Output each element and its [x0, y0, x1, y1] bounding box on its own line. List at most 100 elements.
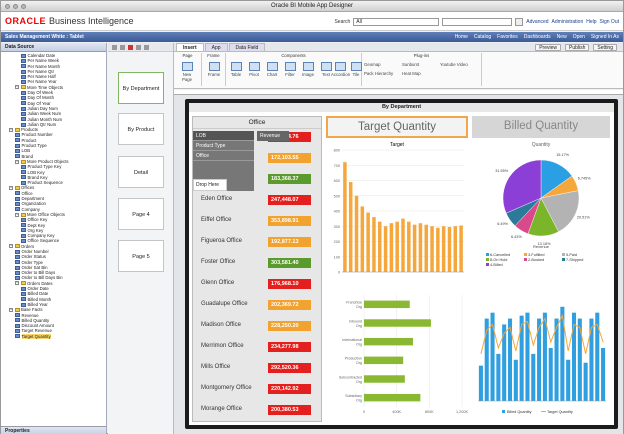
ribbon-tool-frame[interactable]: Frame [205, 62, 223, 77]
header-link-administration[interactable]: Administration [552, 19, 584, 25]
billed-target-combo-chart[interactable]: Billed Quantity Target Quantity [472, 289, 610, 422]
category-label: International [342, 338, 362, 342]
office-row[interactable]: Eiffel Office 353,898.91 [193, 215, 321, 227]
close-window-icon[interactable] [5, 4, 10, 9]
zoom-window-icon[interactable] [21, 4, 26, 9]
y-tick-label: 500 [334, 194, 340, 198]
revenue-value: 192,877.13 [268, 237, 311, 247]
office-row[interactable]: Madison Office 228,250.20 [193, 320, 321, 332]
office-row[interactable]: Glenn Office 176,968.10 [193, 278, 321, 290]
ribbon-tool-chart[interactable]: Chart [263, 62, 281, 77]
ribbon-tool-table[interactable]: Table [227, 62, 245, 77]
collapse-icon[interactable]: − [9, 307, 13, 312]
minimize-window-icon[interactable] [13, 4, 18, 9]
office-row[interactable]: Figueroa Office 192,877.13 [193, 236, 321, 248]
nav-link-favorites[interactable]: Favorites [497, 32, 518, 42]
ribbon-tool-pivot[interactable]: Pivot [245, 62, 263, 77]
target-quantity-tile[interactable]: Target Quantity [326, 116, 468, 138]
quantity-pie-chart[interactable]: Quantity 15.17% 6.745% 20.51% 13.18% 6.43% 6.4… [472, 140, 610, 287]
billed-quantity-tile[interactable]: Billed Quantity [472, 116, 610, 138]
field-icon [15, 260, 20, 265]
ribbon-tool-heat-map[interactable]: Heat Map [402, 71, 421, 76]
data-source-header[interactable]: Data Source [1, 43, 106, 52]
publish-button[interactable]: Publish [565, 44, 590, 51]
office-row[interactable]: Morange Office 200,380.53 [193, 404, 321, 416]
collapse-icon[interactable]: − [15, 281, 19, 286]
page-thumb-by-department[interactable]: By Department [118, 72, 164, 104]
office-row[interactable]: Mills Office 292,520.36 [193, 362, 321, 374]
header-link-help[interactable]: Help [586, 19, 596, 25]
collapse-icon[interactable]: − [9, 244, 13, 249]
tab-app[interactable]: App [204, 43, 228, 51]
forward-icon[interactable] [120, 45, 125, 50]
search-input[interactable] [442, 18, 513, 26]
ribbon-tool-label: New Page [181, 72, 193, 82]
office-row[interactable]: Merrimon Office 234,277.98 [193, 341, 321, 353]
office-table[interactable]: Office 304,064.76172,103.55Copper Office… [192, 116, 322, 422]
ribbon-tool-label: Image [302, 72, 314, 77]
bar [407, 221, 411, 272]
preview-button[interactable]: Preview [535, 44, 562, 51]
ribbon-tool-youtube-video[interactable]: Youtube Video [440, 62, 468, 67]
ribbon-tool-new-page[interactable]: New Page [178, 62, 196, 82]
tab-data-field[interactable]: Data Field [228, 43, 266, 51]
nav-link-home[interactable]: Home [455, 32, 468, 42]
tab-insert[interactable]: Insert [176, 43, 204, 51]
collapse-icon[interactable]: − [15, 212, 19, 217]
nav-link-open[interactable]: Open [573, 32, 585, 42]
nav-link-signed-in-as[interactable]: Signed In As [591, 32, 619, 42]
context-item-product-type[interactable]: Product Type [193, 141, 254, 151]
legend-label: Billed Quantity [507, 410, 532, 414]
office-row[interactable]: Eden Office 247,448.07 [193, 194, 321, 206]
ribbon-tool-filter[interactable]: Filter [281, 62, 299, 77]
nav-link-dashboards[interactable]: Dashboards [524, 32, 551, 42]
back-icon[interactable] [112, 45, 117, 50]
collapse-icon[interactable]: − [15, 85, 19, 90]
org-bar-chart[interactable]: 0 400K 800K 1,200K Franchise Org Inbound Org Int… [326, 289, 468, 422]
paste-icon[interactable] [144, 45, 149, 50]
field-context-menu[interactable]: LOB Product Type Office Revenue Drop Her… [193, 131, 289, 191]
context-item-office[interactable]: Office [193, 151, 254, 161]
setting-button[interactable]: Setting [593, 44, 617, 51]
field-icon [21, 101, 26, 106]
page-thumb-by-product[interactable]: By Product [118, 113, 164, 145]
office-row[interactable]: Montgomery Office 220,142.92 [193, 383, 321, 395]
field-icon [15, 196, 20, 201]
page-thumb-page-4[interactable]: Page 4 [118, 198, 164, 230]
page-thumb-detail[interactable]: Detail [118, 156, 164, 188]
bar [364, 319, 431, 327]
target-bar-chart[interactable]: Target 0 100 200 300 400 500 600 700 800 [326, 140, 468, 287]
nav-link-catalog[interactable]: Catalog [474, 32, 491, 42]
properties-panel-header[interactable]: Properties [1, 426, 106, 434]
tree-item-target-quantity[interactable]: Target Quantity [1, 333, 106, 340]
delete-icon[interactable] [128, 45, 133, 50]
collapse-icon[interactable]: − [15, 159, 19, 164]
ribbon-tool-pack-hierarchy[interactable]: Pack Hierarchy [364, 71, 393, 76]
nav-link-new[interactable]: New [557, 32, 567, 42]
field-icon [21, 239, 26, 244]
header-link-advanced[interactable]: Advanced [526, 19, 548, 25]
office-row[interactable]: Guadalupe Office 202,369.72 [193, 299, 321, 311]
field-icon [15, 133, 20, 138]
pie-pct-label: 6.49% [497, 222, 508, 226]
frame-icon [208, 62, 220, 71]
y-tick-label: 300 [334, 225, 340, 229]
collapse-icon[interactable]: − [9, 127, 13, 132]
ribbon-tool-sunburst[interactable]: Sunburst [402, 62, 419, 67]
collapse-icon[interactable]: − [9, 186, 13, 191]
office-row[interactable]: Foster Office 303,581.40 [193, 257, 321, 269]
search-scope-select[interactable]: All [353, 18, 440, 26]
field-icon [15, 276, 20, 281]
header-link-signout[interactable]: Sign Out [600, 19, 619, 25]
revenue-value: 353,898.91 [268, 216, 311, 226]
drop-here-target[interactable]: Drop Here [193, 179, 227, 191]
copy-icon[interactable] [136, 45, 141, 50]
ribbon-tool-geomap[interactable]: Geomap [364, 62, 380, 67]
ribbon-tool-image[interactable]: Image [299, 62, 317, 77]
search-go-button[interactable] [515, 18, 524, 26]
folder-icon [14, 186, 20, 191]
bar [447, 227, 452, 272]
ribbon-tool-label: Geomap [364, 62, 381, 67]
context-item-lob[interactable]: LOB [193, 131, 254, 141]
page-thumb-page-5[interactable]: Page 5 [118, 240, 164, 272]
